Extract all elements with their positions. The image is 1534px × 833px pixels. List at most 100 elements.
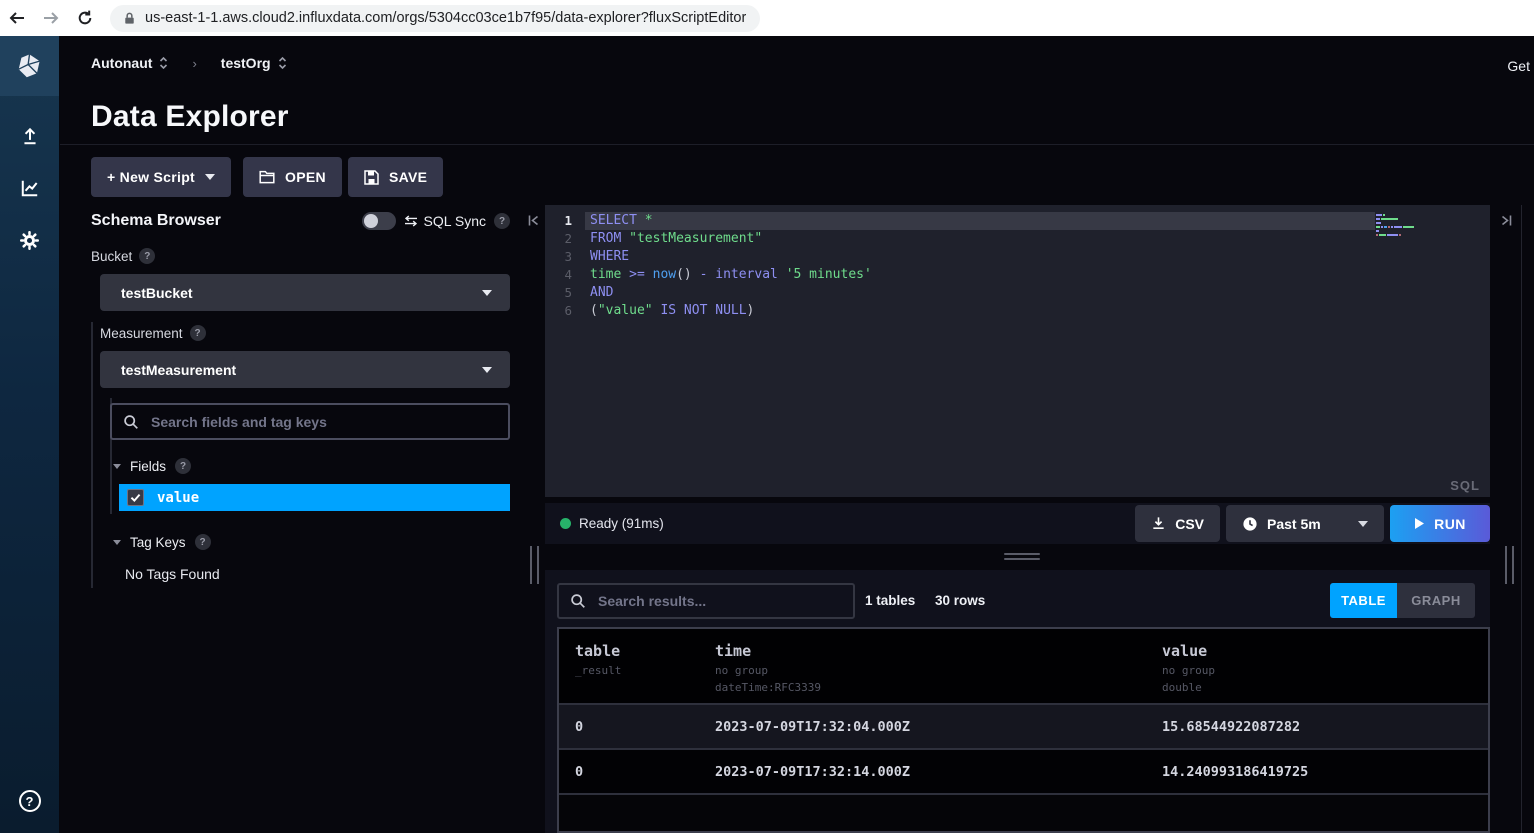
table-column-header: table_result [575, 642, 715, 703]
editor-line-number: 1 [545, 212, 585, 230]
table-column-header: timeno groupdateTime:RFC3339 [715, 642, 1162, 703]
help-hint-icon[interactable]: ? [190, 325, 206, 341]
help-hint-icon[interactable]: ? [195, 534, 211, 550]
vertical-splitter-handle[interactable] [530, 546, 539, 584]
help-glyph: ? [144, 251, 150, 262]
code-token: WHERE [590, 249, 629, 264]
editor-code-line[interactable]: WHERE [585, 248, 1375, 266]
measurement-label-row: Measurement ? [100, 325, 206, 341]
breadcrumb-project[interactable]: Autonaut [91, 55, 168, 71]
download-icon [1151, 516, 1166, 531]
fields-section-header[interactable]: Fields ? [113, 458, 191, 474]
collapse-left-panel-icon[interactable] [526, 213, 541, 233]
influxdb-logo[interactable] [0, 36, 59, 96]
results-search [557, 583, 855, 619]
editor-line-number: 5 [545, 284, 585, 302]
horizontal-splitter-handle[interactable] [1004, 553, 1040, 563]
code-token [645, 267, 653, 282]
collapse-caret-icon [113, 540, 121, 545]
schema-search [110, 403, 510, 440]
tables-count: 1 tables [865, 593, 915, 608]
help-icon[interactable]: ? [0, 775, 59, 827]
run-label: RUN [1434, 516, 1466, 532]
code-token: IS NOT NULL [660, 303, 746, 318]
editor-minimap[interactable] [1376, 213, 1424, 237]
new-script-label: + New Script [107, 169, 195, 185]
breadcrumb-org[interactable]: testOrg [221, 55, 287, 71]
minimap-line [1376, 225, 1424, 228]
url-text: us-east-1-1.aws.cloud2.influxdata.com/or… [145, 10, 746, 26]
browser-back-icon[interactable] [0, 3, 34, 33]
schema-search-input[interactable] [110, 403, 510, 440]
vertical-splitter-handle[interactable] [1505, 546, 1514, 584]
csv-download-button[interactable]: CSV [1135, 505, 1220, 542]
run-button[interactable]: RUN [1390, 505, 1490, 542]
field-item-value[interactable]: value [119, 484, 510, 511]
editor-code-line[interactable]: FROM "testMeasurement" [585, 230, 1375, 248]
browser-reload-icon[interactable] [68, 3, 102, 33]
bucket-label: Bucket [91, 249, 132, 264]
column-name: time [715, 642, 1162, 660]
explore-graph-icon[interactable] [0, 162, 59, 214]
table-cell: 15.68544922087282 [1162, 719, 1488, 735]
save-disk-icon [364, 170, 379, 185]
tab-graph[interactable]: GRAPH [1397, 583, 1475, 618]
editor-code-line[interactable]: time >= now() - interval '5 minutes' [585, 266, 1375, 284]
expand-right-panel-icon[interactable] [1499, 213, 1514, 233]
column-name: value [1162, 642, 1488, 660]
query-status-bar: Ready (91ms) CSV Past 5m RUN [545, 503, 1490, 544]
minimap-line [1376, 229, 1424, 232]
code-token: ) [747, 303, 755, 318]
table-row: 02023-07-09T17:32:14.000Z14.240993186419… [559, 750, 1488, 795]
open-button[interactable]: OPEN [243, 157, 342, 197]
fields-label: Fields [130, 459, 166, 474]
results-table: table_resulttimeno groupdateTime:RFC3339… [557, 627, 1490, 833]
url-bar[interactable]: us-east-1-1.aws.cloud2.influxdata.com/or… [110, 5, 760, 32]
tab-table[interactable]: TABLE [1330, 583, 1397, 618]
measurement-selected-value: testMeasurement [121, 362, 236, 378]
save-button[interactable]: SAVE [348, 157, 443, 197]
help-hint-icon[interactable]: ? [494, 213, 510, 229]
time-range-dropdown[interactable]: Past 5m [1226, 505, 1384, 542]
editor-code[interactable]: SELECT *FROM "testMeasurement"WHERE time … [585, 212, 1375, 320]
table-cell: 0 [575, 719, 715, 735]
code-token: AND [590, 285, 613, 300]
field-item-label: value [157, 490, 199, 506]
help-glyph: ? [180, 461, 186, 472]
column-subtitle: dateTime:RFC3339 [715, 681, 1162, 694]
new-script-button[interactable]: + New Script [91, 157, 231, 197]
language-badge: SQL [1450, 478, 1480, 493]
results-search-input[interactable] [557, 583, 855, 619]
tag-keys-section-header[interactable]: Tag Keys ? [113, 534, 211, 550]
help-hint-icon[interactable]: ? [175, 458, 191, 474]
sql-editor[interactable]: 123456 SELECT *FROM "testMeasurement"WHE… [545, 205, 1490, 497]
search-icon [123, 414, 139, 430]
sql-sync-toggle[interactable] [362, 212, 396, 230]
chevron-down-icon [482, 367, 492, 373]
browser-forward-icon[interactable] [34, 3, 68, 33]
table-cell: 2023-07-09T17:32:04.000Z [715, 719, 1162, 735]
page-title: Data Explorer [91, 100, 289, 134]
column-name: table [575, 642, 715, 660]
settings-gear-icon[interactable] [0, 214, 59, 266]
editor-line-number: 4 [545, 266, 585, 284]
search-icon [570, 593, 586, 609]
help-hint-icon[interactable]: ? [139, 248, 155, 264]
bucket-dropdown[interactable]: testBucket [100, 274, 510, 311]
editor-code-line[interactable]: ("value" IS NOT NULL) [585, 302, 1375, 320]
editor-code-line[interactable]: SELECT * [585, 212, 1375, 230]
sort-chevrons-icon [159, 56, 168, 70]
table-cell: 2023-07-09T17:32:14.000Z [715, 764, 1162, 780]
tree-indent-line [91, 322, 93, 588]
measurement-dropdown[interactable]: testMeasurement [100, 351, 510, 388]
editor-gutter: 123456 [545, 212, 585, 320]
help-glyph: ? [199, 537, 205, 548]
upload-icon[interactable] [0, 110, 59, 162]
editor-code-line[interactable]: AND [585, 284, 1375, 302]
field-checkbox[interactable] [127, 489, 144, 506]
tag-keys-label: Tag Keys [130, 535, 186, 550]
get-credit-link[interactable]: Get [1507, 58, 1530, 74]
code-token: '5 minutes' [786, 267, 872, 282]
breadcrumb-org-label: testOrg [221, 55, 271, 71]
save-label: SAVE [389, 169, 427, 185]
